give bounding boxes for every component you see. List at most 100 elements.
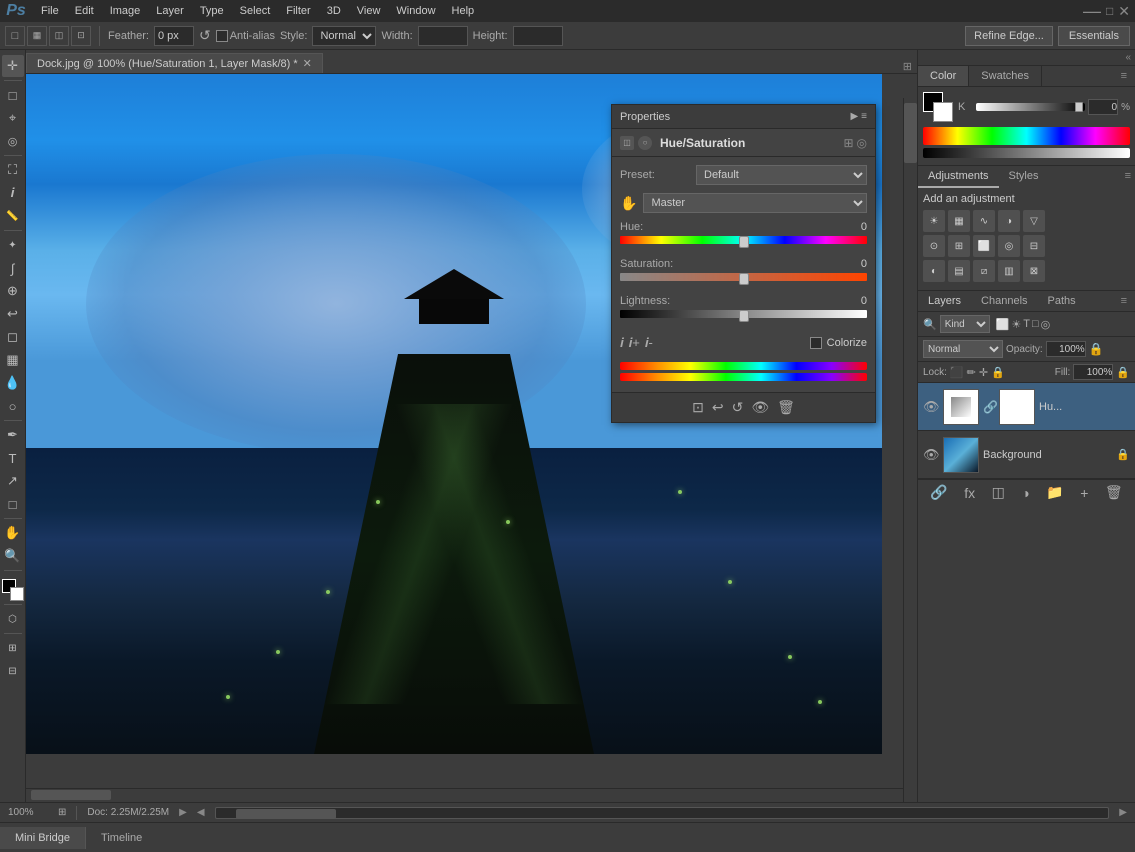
styles-tab[interactable]: Styles: [999, 166, 1049, 188]
menu-image[interactable]: Image: [103, 3, 148, 19]
doc-info-menu-btn[interactable]: ▶: [179, 807, 187, 818]
h-scrollbar-thumb[interactable]: [236, 809, 336, 819]
colorize-checkbox[interactable]: [810, 337, 822, 349]
antialias-checkbox[interactable]: [216, 30, 228, 42]
screen-mode-btn[interactable]: ⊞: [2, 637, 24, 659]
menu-edit[interactable]: Edit: [68, 3, 101, 19]
menu-help[interactable]: Help: [445, 3, 482, 19]
channel-mixer-adj[interactable]: ⊟: [1023, 235, 1045, 257]
curves-adj[interactable]: ∿: [973, 210, 995, 232]
lock-position-btn[interactable]: ✛: [979, 366, 988, 379]
lock-all-btn[interactable]: 🔒: [991, 366, 1005, 379]
menu-view[interactable]: View: [350, 3, 388, 19]
channel-select[interactable]: Master: [643, 193, 867, 213]
marquee-tool-btn[interactable]: □: [5, 26, 25, 46]
color-tab[interactable]: Color: [918, 66, 969, 86]
color-spectrum[interactable]: [923, 127, 1130, 145]
grayscale-spectrum[interactable]: [923, 148, 1130, 158]
hue-thumb[interactable]: [739, 236, 749, 248]
pixel-filter-btn[interactable]: ⬜: [996, 318, 1010, 331]
color-panel-menu[interactable]: ≡: [1113, 66, 1135, 86]
feather-input[interactable]: 0 px: [154, 26, 194, 46]
close-tab-btn[interactable]: ✕: [303, 57, 312, 70]
hue-slider-track[interactable]: [620, 236, 867, 248]
background-color[interactable]: [10, 587, 24, 601]
delete-layer-btn[interactable]: 🗑: [1105, 484, 1123, 501]
refine-edge-button[interactable]: Refine Edge...: [965, 26, 1053, 46]
k-thumb[interactable]: [1075, 102, 1083, 112]
light-slider-track[interactable]: [620, 310, 867, 322]
scroll-left-btn[interactable]: ◀: [197, 807, 205, 818]
vibrance-adj[interactable]: ▽: [1023, 210, 1045, 232]
menu-select[interactable]: Select: [233, 3, 278, 19]
quick-mask-btn[interactable]: ⬡: [2, 608, 24, 630]
paths-tab[interactable]: Paths: [1038, 291, 1086, 311]
visibility-btn[interactable]: 👁: [751, 399, 769, 416]
layers-tab[interactable]: Layers: [918, 291, 971, 311]
channels-tab[interactable]: Channels: [971, 291, 1037, 311]
layer-background[interactable]: 👁 Background 🔒: [918, 431, 1135, 479]
clone-stamp-tool[interactable]: ⊕: [2, 280, 24, 302]
new-group-btn[interactable]: 📁: [1046, 484, 1063, 501]
k-slider[interactable]: [976, 103, 1085, 111]
menu-3d[interactable]: 3D: [320, 3, 348, 19]
path-selection-tool[interactable]: ↗: [2, 470, 24, 492]
canvas-vscroll[interactable]: [903, 98, 917, 802]
new-adj-layer-btn[interactable]: ◑: [1021, 485, 1029, 501]
quick-select-tool[interactable]: ◎: [2, 130, 24, 152]
hand-icon[interactable]: ✋: [620, 195, 637, 212]
arrange-docs-btn[interactable]: ⊞: [903, 60, 912, 73]
ruler-tool[interactable]: 📏: [2, 205, 24, 227]
panel-adj-icon2[interactable]: ◎: [857, 136, 867, 150]
tool-option-btn3[interactable]: ⊡: [71, 26, 91, 46]
menu-file[interactable]: File: [34, 3, 66, 19]
selective-color-adj[interactable]: ⊠: [1023, 260, 1045, 282]
brush-tool[interactable]: ∫: [2, 257, 24, 279]
eyedropper-sample-btn[interactable]: 𝒊: [620, 335, 624, 351]
marquee-tool[interactable]: □: [2, 84, 24, 106]
adjustments-tab[interactable]: Adjustments: [918, 166, 999, 188]
pen-tool[interactable]: ✒: [2, 424, 24, 446]
panel-adj-icon1[interactable]: ⊞: [843, 136, 853, 150]
exposure-adj[interactable]: ◑: [998, 210, 1020, 232]
hue-sat-adj[interactable]: ⊙: [923, 235, 945, 257]
levels-adj[interactable]: ▦: [948, 210, 970, 232]
k-value-input[interactable]: [1088, 99, 1118, 115]
color-fg-bg[interactable]: [923, 92, 953, 122]
blur-tool[interactable]: 💧: [2, 372, 24, 394]
color-balance-adj[interactable]: ⊞: [948, 235, 970, 257]
eyedropper-tool[interactable]: 𝒊: [2, 182, 24, 204]
opacity-input[interactable]: [1046, 341, 1086, 357]
swatches-tab[interactable]: Swatches: [969, 66, 1042, 86]
move-tool[interactable]: ✛: [2, 55, 24, 77]
eyedropper-sub-btn[interactable]: 𝒊-: [645, 335, 653, 351]
shape-filter-btn[interactable]: □: [1032, 318, 1039, 331]
adj-panel-menu[interactable]: ≡: [1121, 166, 1135, 188]
crop-tool[interactable]: ⛶: [2, 159, 24, 181]
prev-state-btn[interactable]: ↩: [712, 399, 724, 416]
reset-btn[interactable]: ↺: [732, 399, 744, 416]
sat-slider-track[interactable]: [620, 273, 867, 285]
height-input[interactable]: [513, 26, 563, 46]
bw-adj[interactable]: ⬜: [973, 235, 995, 257]
canvas-hscroll-thumb[interactable]: [31, 790, 111, 800]
menu-layer[interactable]: Layer: [149, 3, 191, 19]
add-mask-btn[interactable]: ◫: [992, 484, 1005, 501]
gradient-map-adj[interactable]: ▥: [998, 260, 1020, 282]
link-layers-btn[interactable]: 🔗: [930, 484, 947, 501]
type-filter-btn[interactable]: T: [1023, 318, 1030, 331]
posterize-adj[interactable]: ▤: [948, 260, 970, 282]
menu-window[interactable]: Window: [389, 3, 442, 19]
spot-healing-tool[interactable]: ✦: [2, 234, 24, 256]
kind-select[interactable]: Kind: [940, 315, 990, 333]
smart-filter-btn[interactable]: ◎: [1041, 318, 1051, 331]
scroll-right-btn[interactable]: ▶: [1119, 807, 1127, 818]
panel-menu-btn[interactable]: ≡: [861, 111, 867, 122]
tool-option-btn2[interactable]: ◫: [49, 26, 69, 46]
new-layer-btn[interactable]: +: [1080, 485, 1088, 501]
preset-select[interactable]: Default: [696, 165, 867, 185]
canvas-vscroll-thumb[interactable]: [904, 103, 917, 163]
file-tab[interactable]: Dock.jpg @ 100% (Hue/Saturation 1, Layer…: [26, 53, 323, 73]
menu-filter[interactable]: Filter: [279, 3, 317, 19]
bg-color-swatch[interactable]: [933, 102, 953, 122]
